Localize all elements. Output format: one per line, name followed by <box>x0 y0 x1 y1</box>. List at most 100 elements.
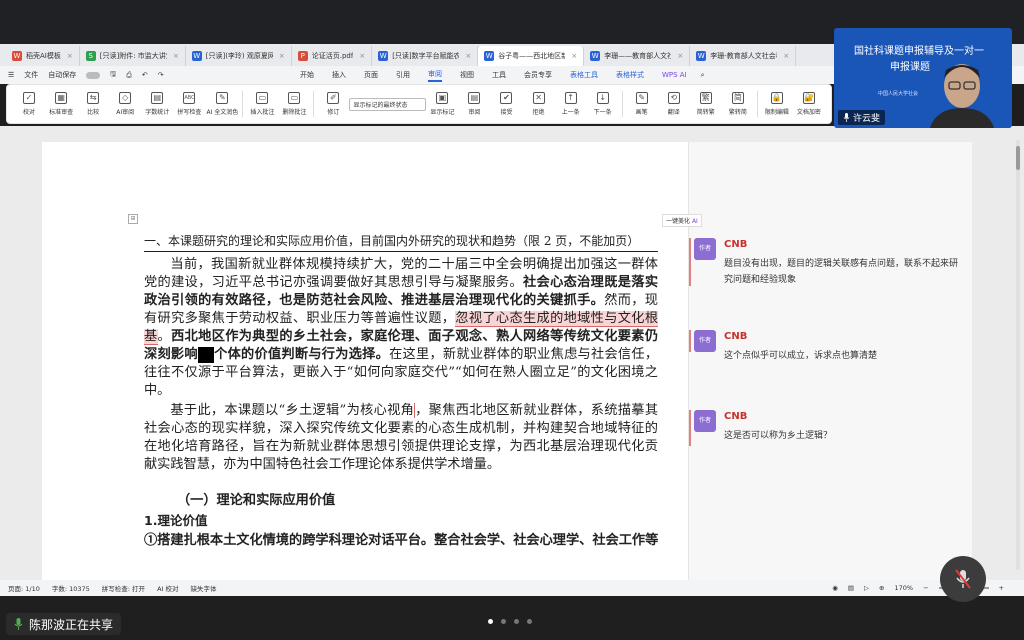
document-tab[interactable]: P 论证活页.pdf × <box>292 46 373 66</box>
comment-2[interactable]: 作者 CNB 这个点似乎可以成立，诉求点也算清楚 <box>694 330 964 366</box>
close-tab-icon[interactable]: × <box>279 52 285 60</box>
zoom-in-icon[interactable]: + <box>999 584 1004 592</box>
ribbon-button[interactable]: ▭ 删除批注 <box>281 92 307 116</box>
ribbon-button[interactable]: 🔒 限制编辑 <box>764 92 790 116</box>
ribbon-button[interactable]: 🔐 文档加密 <box>796 92 822 116</box>
page-view-icon[interactable]: ▤ <box>848 584 854 592</box>
doc-type-icon: W <box>191 51 202 61</box>
comment-1[interactable]: 作者 CNB 题目没有出现，题目的逻辑关联感有点问题，联系不起来研究问题和经验现… <box>694 238 964 290</box>
zoom-level[interactable]: 170% <box>895 584 914 592</box>
menu-item[interactable]: 视图 <box>460 70 474 80</box>
print-icon[interactable]: ⎙ <box>126 71 132 80</box>
close-tab-icon[interactable]: × <box>571 52 577 60</box>
ribbon-button[interactable]: ↓ 下一条 <box>590 92 616 116</box>
menu-item[interactable]: 表格工具 <box>570 70 598 80</box>
beautify-button[interactable]: 一键美化 AI <box>662 214 702 227</box>
document-tab[interactable]: S[只读]附件: 市监大讲堂讲 × <box>80 46 186 66</box>
menu-item[interactable]: 页面 <box>364 70 378 80</box>
page-dot[interactable] <box>488 619 493 624</box>
ribbon-button[interactable]: ▦ 标准审查 <box>48 92 74 116</box>
menu-file[interactable]: 文件 <box>24 70 38 80</box>
ribbon-button[interactable]: ◇ AI审阅 <box>112 92 138 116</box>
scrollbar-thumb[interactable] <box>1016 146 1020 170</box>
ribbon-separator <box>242 91 244 117</box>
menu-item[interactable]: 插入 <box>332 70 346 80</box>
close-tab-icon[interactable]: × <box>783 52 789 60</box>
markup-display-select[interactable]: 显示标记的最终状态 <box>349 97 427 111</box>
ribbon-button[interactable]: ABC 拼写检查 <box>176 92 202 116</box>
ai-proofread[interactable]: AI 校对 <box>157 583 178 593</box>
document-tab[interactable]: W[只读]数字平台赋能农户 × <box>372 46 479 66</box>
menu-item[interactable]: 审阅 <box>428 69 442 82</box>
wps-ai-button[interactable]: WPS AI <box>662 71 687 79</box>
search-icon[interactable]: ⌕ <box>701 71 705 80</box>
ribbon-button[interactable]: 繁简转繁 <box>693 92 719 116</box>
beautify-label: 一键美化 <box>666 218 691 225</box>
word-count[interactable]: 字数: 10375 <box>52 583 90 593</box>
menu-item[interactable]: 会员专享 <box>524 70 552 80</box>
ribbon-label: 拼写检查 <box>177 109 202 116</box>
comment-author: CNB <box>724 411 748 422</box>
ribbon-icon: ↑ <box>564 92 577 104</box>
ribbon-icon: 🔐 <box>802 92 815 104</box>
ribbon-icon: ◇ <box>119 92 132 104</box>
menu-icon[interactable]: ☰ <box>8 71 14 79</box>
vertical-scrollbar[interactable] <box>1016 140 1020 570</box>
paragraph-2: 基于此，本课题以“乡土逻辑”为核心视角，聚焦西北地区新就业群体，系统描摹其社会心… <box>144 402 658 474</box>
eye-icon[interactable]: ◉ <box>832 584 838 592</box>
menu-item[interactable]: 引用 <box>396 70 410 80</box>
tab-label: 李珊-教育部人文社会科 <box>710 52 778 60</box>
close-tab-icon[interactable]: × <box>359 52 365 60</box>
menu-item[interactable]: 开始 <box>300 70 314 80</box>
comment-3[interactable]: 作者 CNB 这是否可以称为乡土逻辑？ <box>694 410 964 446</box>
doc-type-icon: W <box>696 51 707 61</box>
document-tab[interactable]: W [只读](李玲) 观原夏网 × <box>186 46 292 66</box>
save-icon[interactable]: 🖫 <box>110 70 116 81</box>
ribbon-button[interactable]: ↑ 上一条 <box>558 92 584 116</box>
page-indicator[interactable]: 页面: 1/10 <box>8 583 40 593</box>
p1-text-c: 。 <box>157 329 172 344</box>
close-tab-icon[interactable]: × <box>173 52 179 60</box>
ribbon-button[interactable]: ▣ 显示标记 <box>429 92 455 116</box>
ribbon-button[interactable]: ⇆ 比较 <box>80 92 106 116</box>
document-tab[interactable]: W 李珊-教育部人文社会科 × <box>690 46 797 66</box>
ribbon-button[interactable]: ✎ 画笔 <box>629 92 655 116</box>
menu-item[interactable]: 工具 <box>492 70 506 80</box>
ribbon-button[interactable]: ✔ 接受 <box>493 92 519 116</box>
missing-font[interactable]: 缺失字体 <box>191 583 217 593</box>
table-handle-icon[interactable]: ⊞ <box>128 214 138 224</box>
ribbon-button[interactable]: ✐ 修订 <box>320 92 346 116</box>
paragraph-3: ①搭建扎根本土文化情境的跨学科理论对话平台。整合社会学、社会心理学、社会工作等多… <box>144 533 658 548</box>
ribbon-button[interactable]: ▤ 审阅 <box>461 92 487 116</box>
ribbon-button[interactable]: 简繁转简 <box>725 92 751 116</box>
ribbon-button[interactable]: ✕ 拒绝 <box>526 92 552 116</box>
ribbon-button[interactable]: ⟲ 翻译 <box>661 92 687 116</box>
web-view-icon[interactable]: ⊕ <box>879 584 884 592</box>
zoom-out-icon[interactable]: − <box>923 584 928 592</box>
document-tab[interactable]: W 李珊——教育部人文社 × <box>584 46 691 66</box>
ribbon-button[interactable]: ✎ AI 全文润色 <box>206 92 239 116</box>
document-tab[interactable]: W 稻壳AI模板 × <box>6 46 80 66</box>
close-tab-icon[interactable]: × <box>465 52 471 60</box>
document-body[interactable]: 一、本课题研究的理论和实际应用价值，目前国内外研究的现状和趋势（限 2 页，不能… <box>144 232 658 552</box>
ribbon-label: AI 全文润色 <box>206 109 239 116</box>
participant-video[interactable]: 国社科课题申报辅导及一对一 申报课题 中国人民大学社会 许云斐 <box>834 28 1012 128</box>
play-icon[interactable]: ▷ <box>864 584 869 592</box>
mute-button[interactable] <box>940 556 986 602</box>
redo-icon[interactable]: ↷ <box>158 71 164 79</box>
ribbon-button[interactable]: ▭ 插入批注 <box>249 92 275 116</box>
ribbon-button[interactable]: ✓ 校对 <box>16 92 42 116</box>
page-dot[interactable] <box>501 619 506 624</box>
ribbon-icon: ▭ <box>288 92 301 104</box>
close-tab-icon[interactable]: × <box>677 52 683 60</box>
close-tab-icon[interactable]: × <box>67 52 73 60</box>
document-tab[interactable]: W 谷子粤——西北地区新 × <box>478 46 585 66</box>
menu-item[interactable]: 表格样式 <box>616 70 644 80</box>
page-dot[interactable] <box>527 619 532 624</box>
spell-check-status[interactable]: 拼写检查: 打开 <box>102 583 145 593</box>
undo-icon[interactable]: ↶ <box>142 71 148 79</box>
autosave-toggle[interactable] <box>86 71 101 79</box>
page-dot[interactable] <box>514 619 519 624</box>
ribbon-button[interactable]: ▤ 字数统计 <box>144 92 170 116</box>
sharing-indicator[interactable]: 陈那波正在共享 <box>6 613 122 635</box>
